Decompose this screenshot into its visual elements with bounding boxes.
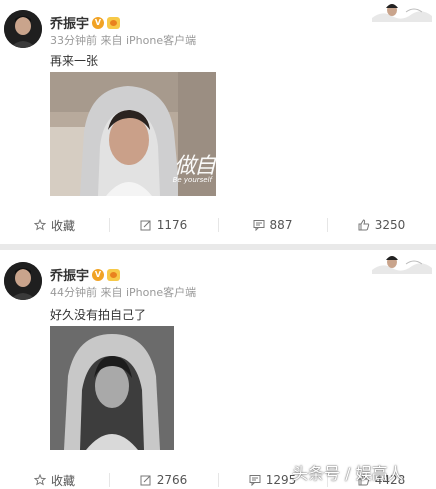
repost-count: 1176 [156, 218, 188, 232]
favorite-button[interactable]: 收藏 [0, 467, 109, 489]
vip-badge-icon [107, 16, 121, 29]
repost-count: 2766 [156, 473, 188, 487]
post-photo[interactable] [50, 326, 174, 450]
vip-badge-icon [107, 268, 121, 281]
post-text: 好久没有拍自己了 [50, 308, 147, 322]
author-name[interactable]: 乔振宇 [50, 13, 89, 32]
post-meta: 33分钟前 来自 iPhone客户端 [50, 34, 197, 47]
like-count: 3250 [374, 218, 406, 232]
star-icon [33, 474, 46, 486]
post-meta: 44分钟前 来自 iPhone客户端 [50, 286, 197, 299]
action-bar: 收藏 1176 887 3250 [0, 212, 436, 238]
author-row: 乔振宇 V [50, 13, 121, 32]
weibo-post-2: 乔振宇 V 44分钟前 来自 iPhone客户端 好久没有拍自己了 收藏 276… [0, 250, 436, 489]
author-avatar[interactable] [4, 10, 42, 48]
star-icon [33, 219, 46, 231]
favorite-button[interactable]: 收藏 [0, 212, 109, 238]
repost-icon [140, 475, 151, 486]
comment-icon [249, 475, 261, 486]
profile-cover-thumbnail [372, 0, 432, 22]
verified-badge-icon: V [92, 16, 105, 29]
author-avatar[interactable] [4, 262, 42, 300]
repost-button[interactable]: 1176 [109, 212, 218, 238]
author-row: 乔振宇 V [50, 265, 121, 284]
post-photo[interactable]: 做自 Be yourself [50, 72, 216, 196]
thumbs-up-icon [358, 219, 369, 231]
comment-button[interactable]: 887 [218, 212, 327, 238]
favorite-label: 收藏 [50, 473, 75, 488]
like-button[interactable]: 3250 [327, 212, 436, 238]
weibo-post-1: 乔振宇 V 33分钟前 来自 iPhone客户端 再来一张 做自 Be your… [0, 0, 436, 244]
comment-icon [253, 220, 265, 231]
repost-button[interactable]: 2766 [109, 467, 218, 489]
profile-cover-thumbnail [372, 252, 432, 274]
post-text: 再来一张 [50, 54, 99, 68]
author-name[interactable]: 乔振宇 [50, 265, 89, 284]
verified-badge-icon: V [92, 268, 105, 281]
source-watermark: 头条号 / 娱高人 [292, 464, 404, 483]
favorite-label: 收藏 [50, 218, 75, 233]
repost-icon [140, 220, 151, 231]
comment-count: 887 [269, 218, 293, 232]
photo-overlay-subtext: Be yourself [172, 176, 212, 184]
